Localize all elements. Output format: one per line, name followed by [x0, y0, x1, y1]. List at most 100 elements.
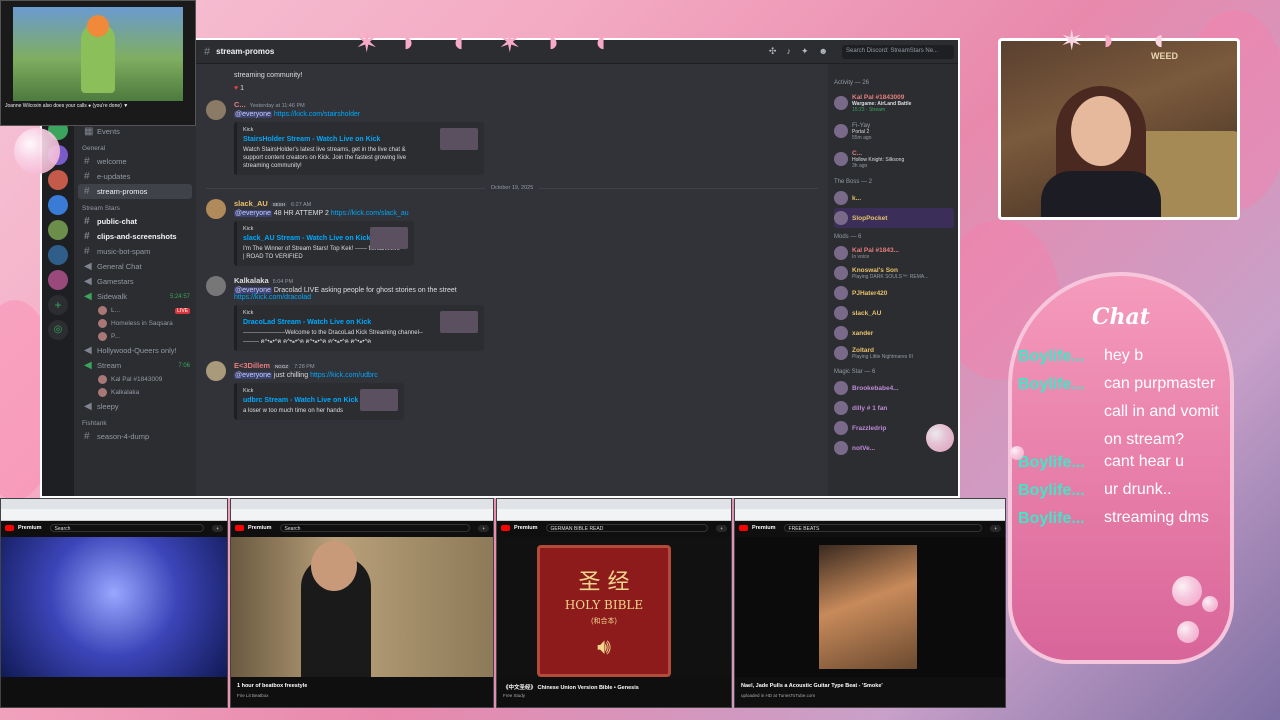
add-server-icon[interactable]: + — [48, 295, 68, 315]
member-item[interactable]: Knoswal's Son Playing DARK SOULS™: REMA..… — [834, 263, 954, 283]
channel-clips[interactable]: # clips-and-screenshots — [74, 229, 196, 244]
server-icon[interactable] — [48, 270, 68, 290]
username[interactable]: Kalkalaka — [234, 276, 269, 285]
username[interactable]: C... — [234, 100, 246, 109]
member-item[interactable]: xander — [834, 323, 954, 343]
member-item[interactable]: PJHater420 — [834, 283, 954, 303]
video-player[interactable] — [1, 537, 227, 677]
youtube-window[interactable]: Premium FREE BEATS + Nael, Jade Pulls a Ac… — [734, 498, 1006, 708]
channel-music-bot[interactable]: # music-bot-spam — [74, 244, 196, 259]
bell-icon[interactable]: ♪ — [786, 46, 791, 57]
search-input[interactable]: Search — [279, 524, 471, 532]
video-title[interactable]: 1 hour of beatbox freestyle — [237, 683, 487, 689]
youtube-window[interactable]: Premium Search + — [0, 498, 228, 708]
embed-thumbnail[interactable] — [440, 128, 478, 150]
channel-updates[interactable]: # e-updates — [74, 169, 196, 184]
events-item[interactable]: ▦ Events — [74, 124, 196, 139]
browser-tabbar[interactable] — [735, 499, 1005, 509]
reaction[interactable]: ♥ 1 — [234, 85, 818, 92]
youtube-logo-icon[interactable] — [5, 525, 14, 531]
create-button[interactable]: + — [478, 524, 489, 532]
username[interactable]: E<3Dillem — [234, 361, 270, 370]
youtube-window[interactable]: Premium GERMAN BIBLE READ + 圣 经 HOLY BIBLE… — [496, 498, 732, 708]
embed-thumbnail[interactable] — [360, 388, 398, 411]
message-link[interactable]: https://kick.com/dracolad — [234, 294, 311, 301]
voice-hollywood[interactable]: ◀ Hollywood-Queers only! — [74, 343, 196, 358]
search-input[interactable]: GERMAN BIBLE READ — [545, 524, 709, 532]
address-bar[interactable] — [1, 509, 227, 521]
explore-icon[interactable]: ◎ — [48, 320, 68, 340]
activity-item[interactable]: Fi-Yay Portal 2 55m ago — [834, 117, 954, 145]
address-bar[interactable] — [497, 509, 731, 521]
server-icon[interactable] — [48, 245, 68, 265]
video-player[interactable]: 圣 经 HOLY BIBLE (和合本) 🔊︎ — [497, 537, 731, 677]
voice-sidewalk[interactable]: ◀ Sidewalk 5:24:57 — [74, 289, 196, 304]
voice-sleepy[interactable]: ◀ sleepy — [74, 399, 196, 414]
voice-user[interactable]: Kalkalaka — [74, 386, 196, 399]
member-item[interactable]: SlopPocket — [834, 208, 954, 228]
channel-season-dump[interactable]: # season-4-dump — [74, 429, 196, 444]
channel-name[interactable]: Fire Lit Beatbox — [237, 693, 269, 698]
embed-thumbnail[interactable] — [440, 311, 478, 334]
channel-name[interactable]: uploaded in HD at TunesToTube.com — [741, 693, 815, 698]
voice-user[interactable]: Kal Pal #1843009 — [74, 373, 196, 386]
bubble-decoration — [1177, 621, 1199, 643]
channel-name[interactable]: Free Study — [503, 693, 525, 698]
server-icon[interactable] — [48, 170, 68, 190]
channel-gamestars[interactable]: ◀ Gamestars — [74, 274, 196, 289]
video-player[interactable] — [735, 537, 1005, 677]
message-list: streaming community! ♥ 1 C... Yesterday a… — [196, 64, 828, 496]
activity-item[interactable]: C... Hollow Knight: Silksong 3h ago — [834, 145, 954, 173]
server-icon[interactable] — [48, 195, 68, 215]
create-button[interactable]: + — [990, 524, 1001, 532]
browser-tabbar[interactable] — [1, 499, 227, 509]
message-link[interactable]: https://kick.com/slack_au — [331, 210, 409, 217]
youtube-logo-icon[interactable] — [501, 525, 510, 531]
member-item[interactable]: dilly # 1 fan — [834, 398, 954, 418]
video-player[interactable] — [231, 537, 493, 677]
member-item[interactable]: Brookebabe4... — [834, 378, 954, 398]
channel-general-chat[interactable]: ◀ General Chat — [74, 259, 196, 274]
category-stream-stars[interactable]: Stream Stars — [74, 199, 196, 214]
video-title[interactable]: Nael, Jade Pulls a Acoustic Guitar Type … — [741, 683, 999, 689]
channel-public-chat[interactable]: # public-chat — [74, 214, 196, 229]
hash-icon: # — [84, 246, 90, 257]
browser-tabbar[interactable] — [497, 499, 731, 509]
magic-header: Magic Star — 6 — [834, 369, 876, 375]
voice-user[interactable]: Homeless in Saqsara — [74, 317, 196, 330]
category-general[interactable]: General — [74, 139, 196, 154]
embed-thumbnail[interactable] — [370, 227, 408, 250]
youtube-logo-icon[interactable] — [739, 525, 748, 531]
channel-welcome[interactable]: # welcome — [74, 154, 196, 169]
message-link[interactable]: https://kick.com/stairsholder — [274, 111, 360, 118]
server-icon[interactable] — [48, 220, 68, 240]
members-icon[interactable]: ☻ — [819, 46, 828, 57]
create-button[interactable]: + — [212, 524, 223, 532]
mods-header: Mods — 6 — [834, 234, 862, 240]
member-item[interactable]: Zoltard Playing Little Nightmares III — [834, 343, 954, 363]
address-bar[interactable] — [735, 509, 1005, 521]
browser-tabbar[interactable] — [231, 499, 493, 509]
member-item[interactable]: slack_AU — [834, 303, 954, 323]
search-input[interactable]: Search — [49, 524, 205, 532]
search-input[interactable]: Search Discord: StreamStars Ne... — [842, 44, 954, 59]
create-button[interactable]: + — [716, 524, 727, 532]
youtube-logo-icon[interactable] — [235, 525, 244, 531]
activity-item[interactable]: Kal Pal #1843009 Wargame: AirLand Battle 1… — [834, 89, 954, 117]
voice-user[interactable]: P... — [74, 330, 196, 343]
channel-stream-promos[interactable]: # stream-promos — [78, 184, 192, 199]
threads-icon[interactable]: ✣ — [769, 46, 777, 57]
address-bar[interactable] — [231, 509, 493, 521]
pin-icon[interactable]: ✦ — [801, 46, 809, 57]
member-item[interactable]: k... — [834, 188, 954, 208]
mini-video-window[interactable]: Joanne Wilcoxin also does your calls ● (… — [0, 0, 196, 126]
message-link[interactable]: https://kick.com/udbrc — [310, 372, 378, 379]
voice-stream[interactable]: ◀ Stream 7:06 — [74, 358, 196, 373]
search-input[interactable]: FREE BEATS — [783, 524, 983, 532]
username[interactable]: slack_AU — [234, 199, 268, 208]
member-item[interactable]: Kal Pal #1843... In voice — [834, 243, 954, 263]
voice-user[interactable]: L... LIVE — [74, 304, 196, 317]
youtube-window[interactable]: Premium Search + 1 hour of beatbox freesty… — [230, 498, 494, 708]
video-title[interactable]: 《中文圣经》 Chinese Union Version Bible • Gen… — [503, 683, 725, 691]
category-fishtank[interactable]: Fishtank — [74, 414, 196, 429]
